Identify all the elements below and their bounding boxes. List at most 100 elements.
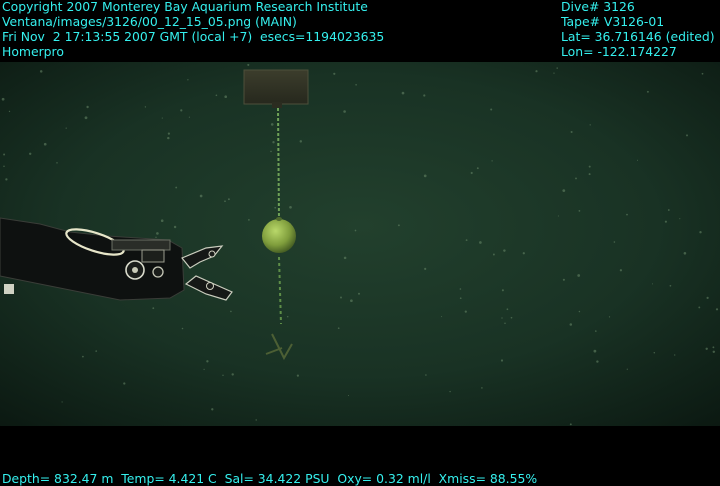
particle (270, 123, 274, 126)
particle (272, 141, 275, 144)
particle (715, 308, 719, 311)
particle (152, 307, 155, 310)
particle (562, 278, 565, 281)
particle (231, 373, 234, 376)
particle (299, 140, 303, 143)
particle (350, 299, 353, 303)
particle (712, 350, 716, 354)
particle (686, 134, 688, 137)
longitude: Lon= -122.174227 (561, 44, 677, 59)
particle (286, 315, 289, 318)
particle (506, 308, 509, 311)
particle (84, 116, 88, 120)
particle (481, 387, 483, 389)
particle (247, 63, 250, 66)
particle (340, 296, 342, 299)
particle (595, 330, 597, 332)
particle (188, 116, 190, 118)
marker-plate-icon (243, 69, 309, 108)
particle (123, 382, 126, 385)
particle (470, 171, 473, 175)
particle (357, 292, 361, 295)
particle (578, 310, 581, 313)
dive-number: Dive# 3126 (561, 0, 635, 14)
particle (589, 124, 591, 126)
particle (706, 296, 709, 299)
particle (653, 352, 656, 354)
particle (343, 110, 346, 113)
particle (211, 408, 214, 411)
particle (712, 346, 715, 349)
particle (613, 241, 616, 243)
particle (167, 136, 170, 140)
particle (491, 160, 493, 162)
particle (701, 72, 704, 75)
particle (156, 232, 159, 235)
overlay-header-right: Dive# 3126 Tape# V3126-01 Lat= 36.716146… (561, 0, 715, 59)
particle (570, 130, 573, 134)
particle (8, 110, 11, 113)
particle (490, 108, 493, 111)
particle (175, 186, 178, 189)
particle (699, 231, 702, 234)
particle (144, 106, 147, 108)
particle (227, 198, 230, 201)
particle (343, 256, 347, 260)
particle (248, 219, 250, 221)
particle (255, 419, 257, 421)
particle (95, 350, 98, 352)
particle (501, 317, 503, 319)
sensor-readout: Depth= 832.47 m Temp= 4.421 C Sal= 34.42… (2, 471, 538, 486)
particle (424, 267, 427, 270)
particle (464, 310, 467, 313)
overlay-footer: Depth= 832.47 m Temp= 4.421 C Sal= 34.42… (2, 471, 537, 486)
particle (5, 178, 8, 181)
underwater-scene (0, 62, 720, 426)
particle (651, 283, 654, 285)
particle (619, 269, 623, 272)
particle (449, 390, 451, 393)
video-frame: Copyright 2007 Monterey Bay Aquarium Res… (0, 0, 720, 486)
scene-illustration (0, 62, 720, 426)
particle (501, 289, 504, 292)
particle (222, 374, 224, 377)
particle (674, 354, 676, 356)
particle (588, 173, 591, 176)
particle (425, 374, 427, 376)
particle (65, 127, 67, 129)
particle (215, 94, 218, 97)
particle (667, 209, 670, 211)
particle (61, 401, 63, 403)
particle (553, 72, 555, 74)
overlay-header-left: Copyright 2007 Monterey Bay Aquarium Res… (2, 0, 384, 59)
particle (203, 368, 205, 370)
particle (503, 249, 506, 252)
particle (698, 306, 701, 309)
particle (397, 224, 400, 227)
particle (289, 205, 292, 209)
particle (160, 219, 164, 222)
particle (459, 297, 462, 300)
particle (569, 323, 573, 326)
copyright-line: Copyright 2007 Monterey Bay Aquarium Res… (2, 0, 368, 14)
particle (187, 79, 189, 81)
image-path-line: Ventana/images/3126/00_12_15_05.png (MAI… (2, 14, 297, 29)
particle (664, 220, 667, 223)
particle (43, 142, 47, 146)
particle (578, 210, 581, 212)
particle (557, 215, 559, 217)
latitude: Lat= 36.716146 (edited) (561, 29, 715, 44)
particle (646, 90, 649, 93)
particle (679, 218, 681, 220)
particle (401, 91, 405, 95)
particle (224, 200, 226, 203)
particle (355, 84, 357, 86)
particle (577, 274, 581, 277)
particle (337, 327, 340, 330)
particle (347, 394, 350, 397)
particle (500, 359, 504, 362)
camera-name-line: Homerpro (2, 44, 64, 59)
particle (476, 167, 479, 170)
particle (626, 368, 628, 370)
particle (56, 162, 58, 164)
